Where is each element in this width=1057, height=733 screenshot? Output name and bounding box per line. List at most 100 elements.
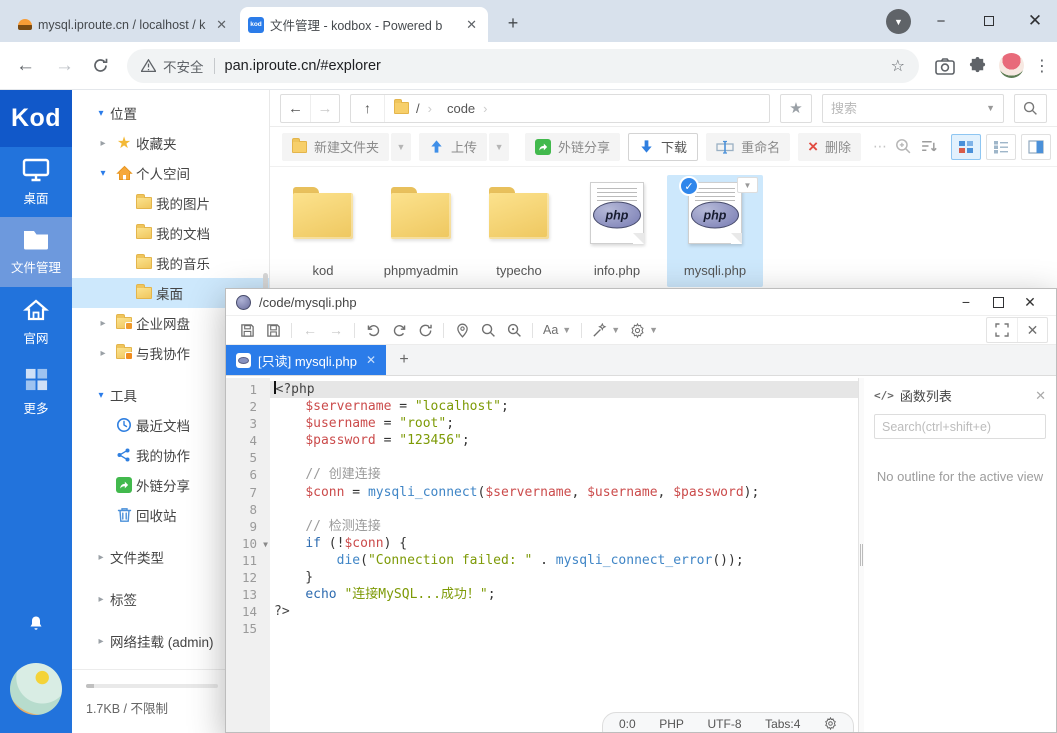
- editor-maximize-button[interactable]: [982, 289, 1014, 315]
- line-number[interactable]: 6: [226, 466, 270, 483]
- user-avatar[interactable]: [10, 663, 62, 715]
- sort-button[interactable]: [920, 139, 937, 154]
- chevron-right-icon[interactable]: ▸: [94, 318, 112, 329]
- encoding[interactable]: UTF-8: [708, 717, 742, 733]
- find-button[interactable]: [475, 318, 501, 342]
- browser-forward-button[interactable]: →: [55, 55, 74, 77]
- bookmark-star-icon[interactable]: ☆: [891, 56, 905, 76]
- extensions-puzzle-icon[interactable]: [968, 56, 987, 75]
- chevron-right-icon[interactable]: ▸: [92, 594, 110, 605]
- window-minimize-button[interactable]: −: [919, 0, 963, 42]
- line-number[interactable]: 3: [226, 415, 270, 432]
- code-line-12[interactable]: }: [270, 569, 858, 586]
- zoom-button[interactable]: [895, 138, 912, 155]
- up-folder-button[interactable]: ↑: [351, 95, 385, 122]
- new-folder-dropdown[interactable]: ▼: [391, 133, 411, 161]
- download-button[interactable]: 下载: [628, 133, 698, 161]
- breadcrumb-root[interactable]: /: [416, 101, 420, 116]
- code-line-13[interactable]: echo "连接MySQL...成功！";: [270, 586, 858, 603]
- cursor-position[interactable]: 0:0: [619, 717, 636, 733]
- line-number[interactable]: 12: [226, 569, 270, 586]
- chrome-status-badge-icon[interactable]: ▼: [886, 9, 911, 34]
- search-button[interactable]: [1014, 94, 1047, 123]
- fullscreen-button[interactable]: [987, 318, 1017, 342]
- appnav-desktop[interactable]: 桌面: [0, 147, 72, 217]
- code-line-15[interactable]: [270, 620, 858, 637]
- file-tile-info-php[interactable]: phpinfo.php: [569, 175, 665, 287]
- browser-back-button[interactable]: ←: [16, 55, 35, 77]
- language-mode[interactable]: PHP: [659, 717, 684, 733]
- view-column-button[interactable]: [1021, 134, 1051, 160]
- code-line-8[interactable]: [270, 501, 858, 518]
- chevron-down-icon[interactable]: ▾: [92, 108, 110, 119]
- file-menu-caret[interactable]: ▼: [737, 177, 758, 193]
- tree-item-my-music[interactable]: 我的音乐: [72, 248, 269, 278]
- browser-tab-kodbox[interactable]: kod 文件管理 - kodbox - Powered b ✕: [240, 7, 488, 42]
- tab-size[interactable]: Tabs:4: [765, 717, 800, 733]
- chevron-right-icon[interactable]: ▸: [94, 348, 112, 359]
- line-number[interactable]: 2: [226, 398, 270, 415]
- redo-button[interactable]: [386, 318, 412, 342]
- line-number[interactable]: 13: [226, 586, 270, 603]
- file-tile-typecho[interactable]: typecho: [471, 175, 567, 287]
- theme-button[interactable]: ▼: [587, 323, 625, 338]
- tree-item-my-documents[interactable]: 我的文档: [72, 218, 269, 248]
- tree-item-favorites[interactable]: ▸★收藏夹: [72, 128, 269, 158]
- code-line-9[interactable]: // 检测连接: [270, 518, 858, 535]
- font-size-button[interactable]: Aa▼: [538, 323, 576, 337]
- browser-tab-phpmyadmin[interactable]: mysql.iproute.cn / localhost / k ✕: [10, 7, 238, 42]
- url-text[interactable]: pan.iproute.cn/#explorer: [225, 58, 381, 74]
- code-line-3[interactable]: $username = "root";: [270, 415, 858, 432]
- goto-line-button[interactable]: [449, 318, 475, 342]
- line-number[interactable]: 8: [226, 501, 270, 518]
- code-line-11[interactable]: die("Connection failed: " . mysqli_conne…: [270, 552, 858, 569]
- line-number[interactable]: 4: [226, 432, 270, 449]
- tab-close-icon[interactable]: ✕: [366, 353, 376, 367]
- fold-caret-icon[interactable]: ▼: [263, 536, 268, 553]
- browser-menu-icon[interactable]: ⋮: [1034, 56, 1050, 76]
- line-number[interactable]: 1: [226, 381, 270, 398]
- tab-close-icon[interactable]: ✕: [213, 17, 230, 33]
- code-line-1[interactable]: <?php: [270, 381, 858, 398]
- line-number[interactable]: 14: [226, 603, 270, 620]
- code-area[interactable]: 12345678910▼1112131415 <?php $servername…: [226, 378, 858, 732]
- code-line-10[interactable]: if (!$conn) {: [270, 535, 858, 552]
- view-grid-button[interactable]: [951, 134, 981, 160]
- refresh-button[interactable]: [412, 318, 438, 342]
- code-line-4[interactable]: $password = "123456";: [270, 432, 858, 449]
- tree-item-personal-space[interactable]: ▾个人空间: [72, 158, 269, 188]
- editor-minimize-button[interactable]: −: [950, 289, 982, 315]
- code-line-6[interactable]: // 创建连接: [270, 466, 858, 483]
- explorer-forward-button[interactable]: →: [310, 95, 339, 122]
- line-number[interactable]: 10▼: [226, 535, 270, 552]
- delete-button[interactable]: × 删除: [798, 133, 861, 161]
- chevron-down-icon[interactable]: ▾: [94, 168, 112, 179]
- upload-button[interactable]: 上传: [419, 133, 487, 161]
- file-tile-mysqli-php[interactable]: php✓▼mysqli.php: [667, 175, 763, 287]
- code-line-5[interactable]: [270, 449, 858, 466]
- status-gear-icon[interactable]: [824, 717, 837, 733]
- line-number[interactable]: 9: [226, 518, 270, 535]
- file-tile-kod[interactable]: kod: [275, 175, 371, 287]
- appnav-official-site[interactable]: 官网: [0, 287, 72, 357]
- code-lines[interactable]: <?php $servername = "localhost"; $userna…: [270, 378, 858, 732]
- new-folder-button[interactable]: 新建文件夹: [282, 133, 389, 161]
- tab-close-icon[interactable]: ✕: [463, 17, 480, 33]
- profile-avatar[interactable]: [999, 53, 1024, 78]
- chevron-down-icon[interactable]: ▼: [986, 103, 995, 113]
- search-box[interactable]: ▼: [822, 94, 1004, 123]
- line-number[interactable]: 11: [226, 552, 270, 569]
- more-actions-icon[interactable]: ⋯: [873, 138, 887, 155]
- explorer-back-button[interactable]: ←: [281, 95, 310, 122]
- code-line-7[interactable]: $conn = mysqli_connect($servername, $use…: [270, 484, 858, 501]
- selected-check-icon[interactable]: ✓: [679, 176, 699, 196]
- kod-logo[interactable]: Kod: [0, 90, 72, 147]
- window-maximize-button[interactable]: [967, 0, 1011, 42]
- rename-button[interactable]: 重命名: [706, 133, 790, 161]
- window-close-button[interactable]: ✕: [1013, 0, 1057, 42]
- chevron-right-icon[interactable]: ▸: [92, 636, 110, 647]
- notifications-bell-icon[interactable]: [0, 615, 72, 631]
- chevron-right-icon[interactable]: ▸: [92, 552, 110, 563]
- nav-back-button[interactable]: ←: [297, 318, 323, 342]
- line-number[interactable]: 15: [226, 620, 270, 637]
